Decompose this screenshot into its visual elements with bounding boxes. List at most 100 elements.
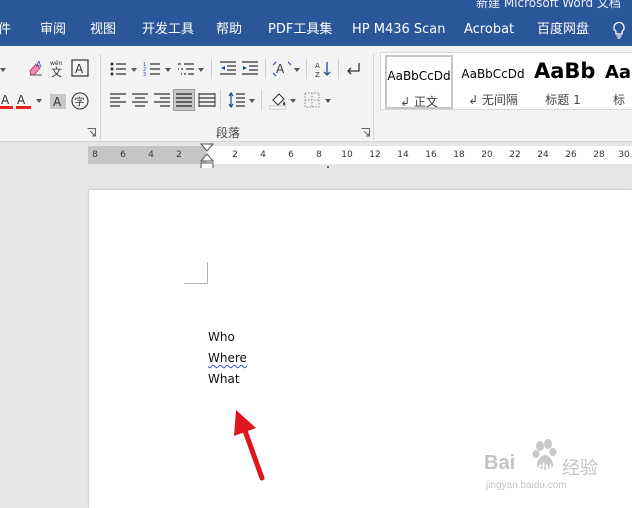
- paragraph-dialog-launcher-icon[interactable]: [361, 128, 370, 137]
- word-window: 新建 Microsoft Word 文档 件 审阅 视图 开发工具 帮助 PDF…: [0, 0, 632, 508]
- svg-text:A: A: [276, 62, 285, 76]
- clear-formatting-icon[interactable]: A: [26, 59, 46, 79]
- ruler-number: 12: [369, 150, 381, 160]
- lightbulb-icon[interactable]: [612, 21, 626, 39]
- chevron-down-icon[interactable]: [249, 99, 255, 103]
- shading-icon[interactable]: [268, 90, 288, 110]
- ribbon-tab-bar: 新建 Microsoft Word 文档 件 审阅 视图 开发工具 帮助 PDF…: [0, 0, 632, 46]
- group-separator: [100, 54, 101, 140]
- svg-text:A: A: [315, 62, 320, 70]
- numbering-icon[interactable]: 123: [142, 59, 162, 79]
- svg-text:文: 文: [51, 65, 62, 78]
- document-line-what[interactable]: What: [208, 371, 240, 387]
- style-name: ↲ 无间隔: [468, 93, 518, 107]
- svg-text:A: A: [36, 60, 42, 69]
- character-border-icon[interactable]: A: [70, 58, 90, 78]
- tab-baidu-netdisk[interactable]: 百度网盘: [537, 22, 589, 38]
- ruler-number: 6: [288, 150, 294, 160]
- ruler-number: 28: [593, 150, 605, 160]
- document-line-where[interactable]: Where: [208, 350, 247, 366]
- tab-pdf-tools[interactable]: PDF工具集: [268, 22, 332, 38]
- justify-icon[interactable]: [173, 89, 195, 111]
- decrease-indent-icon[interactable]: [218, 59, 238, 79]
- watermark-cn: 经验: [562, 458, 598, 479]
- ruler-number: 10: [341, 150, 353, 160]
- style-preview: AaBbCcDd: [461, 67, 525, 81]
- ruler-number: 4: [260, 150, 266, 160]
- multilevel-list-icon[interactable]: [176, 59, 196, 79]
- tab-help[interactable]: 帮助: [216, 22, 242, 38]
- show-marks-icon[interactable]: [344, 59, 364, 79]
- svg-text:字: 字: [75, 96, 85, 109]
- center-icon[interactable]: [130, 90, 150, 110]
- style-preview: AaI: [605, 62, 632, 83]
- ruler-number: 8: [316, 150, 322, 160]
- styles-gallery: AaBbCcDd ↲ 正文 AaBbCcDd ↲ 无间隔 AaBb 标题 1 A…: [380, 52, 632, 110]
- ruler-number: 26: [565, 150, 577, 160]
- red-arrow-annotation-icon: [226, 404, 270, 484]
- chevron-down-icon[interactable]: [131, 68, 137, 72]
- style-heading-2[interactable]: AaI 标: [601, 55, 632, 109]
- font-dialog-launcher-icon[interactable]: [87, 128, 96, 137]
- separator: [306, 59, 307, 79]
- svg-text:A: A: [17, 93, 26, 107]
- separator: [338, 59, 339, 79]
- ribbon-home: A wén 文 A A A A 字 123 A A Z 段落 AaBbCcDd …: [0, 46, 632, 142]
- align-right-icon[interactable]: [152, 90, 172, 110]
- tab-hp-scan[interactable]: HP M436 Scan: [352, 22, 446, 38]
- character-shading-icon[interactable]: A: [48, 91, 68, 111]
- svg-text:A: A: [53, 95, 62, 109]
- enclosed-character-icon[interactable]: 字: [70, 91, 90, 111]
- watermark-brand: Bai: [484, 452, 516, 474]
- window-title: 新建 Microsoft Word 文档: [476, 0, 621, 10]
- borders-icon[interactable]: [302, 90, 322, 110]
- separator: [211, 59, 212, 79]
- paragraph-group-label: 段落: [216, 126, 241, 140]
- line-spacing-icon[interactable]: [227, 90, 247, 110]
- tab-acrobat[interactable]: Acrobat: [464, 22, 514, 38]
- tab-review[interactable]: 审阅: [40, 22, 66, 38]
- svg-text:3: 3: [143, 72, 146, 78]
- tab-stop-icon[interactable]: [327, 158, 334, 173]
- ruler-number: 8: [92, 150, 98, 160]
- style-no-spacing[interactable]: AaBbCcDd ↲ 无间隔: [457, 55, 529, 109]
- phonetic-guide-icon[interactable]: wén 文: [48, 58, 68, 78]
- margin-corner-mark: [184, 262, 208, 284]
- style-heading-1[interactable]: AaBb 标题 1: [531, 55, 595, 109]
- separator: [265, 59, 266, 79]
- tab-view[interactable]: 视图: [90, 22, 116, 38]
- sort-icon[interactable]: AZ: [313, 59, 333, 79]
- chevron-down-icon[interactable]: [198, 68, 204, 72]
- indent-marker-icon[interactable]: [199, 143, 215, 171]
- tab-developer[interactable]: 开发工具: [142, 22, 194, 38]
- chinese-layout-icon[interactable]: A: [272, 59, 292, 79]
- watermark-brand-suffix: du: [538, 462, 553, 473]
- chevron-down-icon[interactable]: [325, 99, 331, 103]
- ruler-number: 24: [537, 150, 549, 160]
- svg-text:A: A: [1, 93, 10, 107]
- ruler-number: 4: [148, 150, 154, 160]
- ruler-number: 2: [232, 150, 238, 160]
- chevron-down-icon[interactable]: [294, 68, 300, 72]
- baidu-jingyan-watermark: Bai du 经验 jingyan.baidu.com: [482, 438, 612, 496]
- bullets-icon[interactable]: [108, 59, 128, 79]
- increase-indent-icon[interactable]: [240, 59, 260, 79]
- ruler-number: 14: [397, 150, 409, 160]
- separator: [220, 90, 221, 110]
- font-color-swatch[interactable]: A: [14, 91, 34, 111]
- align-left-icon[interactable]: [108, 90, 128, 110]
- distributed-icon[interactable]: [197, 90, 217, 110]
- style-name: 标题 1: [545, 93, 581, 107]
- watermark-url: jingyan.baidu.com: [486, 480, 567, 491]
- chevron-down-icon[interactable]: [0, 68, 6, 72]
- tab-file[interactable]: 件: [0, 22, 11, 38]
- chevron-down-icon[interactable]: [290, 99, 296, 103]
- chevron-down-icon[interactable]: [36, 99, 42, 103]
- chevron-down-icon[interactable]: [165, 68, 171, 72]
- separator: [261, 90, 262, 110]
- document-line-who[interactable]: Who: [208, 329, 235, 345]
- svg-text:A: A: [75, 62, 84, 76]
- style-normal[interactable]: AaBbCcDd ↲ 正文: [385, 55, 453, 109]
- ruler-number: 18: [453, 150, 465, 160]
- style-name: 标: [613, 93, 626, 107]
